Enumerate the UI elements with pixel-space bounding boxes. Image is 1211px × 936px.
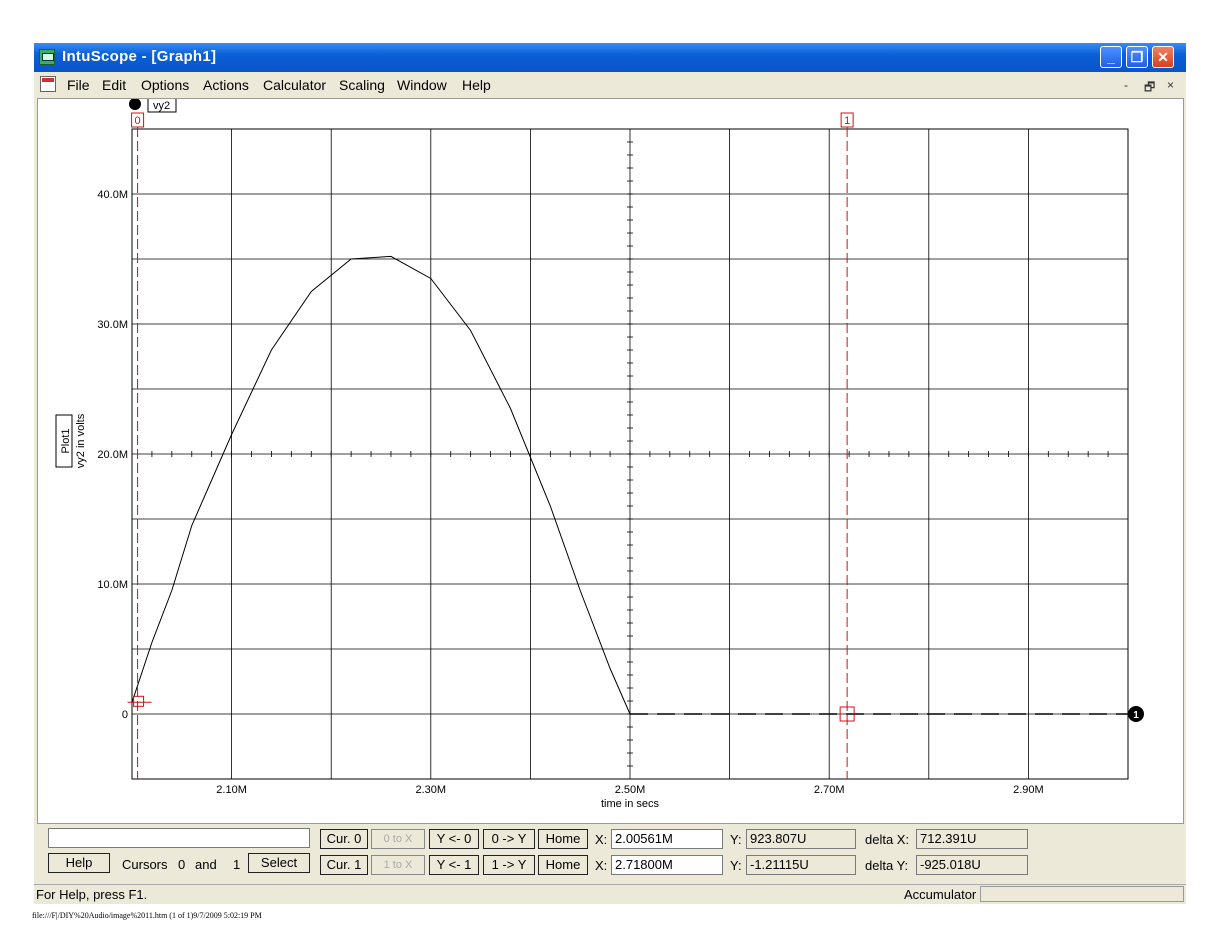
x1-label: X:	[595, 858, 608, 873]
cursor-1-y-field: -1.21115U	[746, 855, 856, 875]
command-input[interactable]	[48, 828, 310, 848]
y-tick-label: 30.0M	[97, 319, 128, 331]
app-icon	[39, 49, 55, 65]
title-bar[interactable]: IntuScope - [Graph1] _ ❐ ✕	[34, 43, 1186, 72]
cursor-0-y-field: 923.807U	[746, 829, 856, 849]
delta-y-label: delta Y:	[865, 858, 909, 873]
cursor-0-x-field[interactable]: 2.00561M	[611, 829, 723, 849]
plot-label: Plot1	[60, 428, 72, 453]
cursor-1-to-y-button[interactable]: 1 -> Y	[483, 855, 535, 875]
x-axis-label: time in secs	[601, 798, 660, 810]
home-0-button[interactable]: Home	[538, 829, 588, 849]
page-footer: file:///F|/DIY%20Audio/image%2011.htm (1…	[32, 911, 262, 920]
menu-edit[interactable]: Edit	[102, 77, 126, 93]
cursor-0-to-x-button: 0 to X	[371, 829, 425, 849]
trace-label: vy2	[153, 100, 170, 112]
cursors[interactable]: 01	[127, 112, 855, 779]
x-tick-label: 2.30M	[416, 784, 447, 796]
and-label: and	[195, 857, 217, 872]
menu-scaling[interactable]: Scaling	[339, 77, 385, 93]
trace-marker-icon	[129, 98, 141, 110]
y-from-cursor-1-button[interactable]: Y <- 1	[429, 855, 479, 875]
status-bar: For Help, press F1. Accumulator	[34, 884, 1186, 904]
cursor-1-x-field[interactable]: 2.71800M	[611, 855, 723, 875]
menu-window[interactable]: Window	[397, 77, 447, 93]
mdi-restore-button[interactable]: 🗗	[1144, 78, 1155, 99]
delta-x-field: 712.391U	[916, 829, 1028, 849]
menu-bar: File Edit Options Actions Calculator Sca…	[34, 72, 1186, 97]
x0-label: X:	[595, 832, 608, 847]
cursor-a-number[interactable]: 0	[178, 857, 185, 872]
y-tick-label: 20.0M	[97, 449, 128, 461]
cursor-b-number[interactable]: 1	[233, 857, 240, 872]
menu-options[interactable]: Options	[141, 77, 189, 93]
menu-calculator[interactable]: Calculator	[263, 77, 326, 93]
cursor-1-label: 1	[844, 115, 850, 127]
x-tick-label: 2.90M	[1013, 784, 1044, 796]
cursor-0-marker	[133, 695, 145, 707]
delta-x-label: delta X:	[865, 832, 910, 847]
y-axis-label: vy2 in volts	[75, 413, 87, 468]
select-button[interactable]: Select	[248, 853, 310, 873]
y-tick-label: 10.0M	[97, 579, 128, 591]
cursor-0-button[interactable]: Cur. 0	[320, 829, 368, 849]
trace-end-label: 1	[1133, 710, 1139, 721]
mdi-minimize-button[interactable]: -	[1124, 78, 1128, 92]
help-button[interactable]: Help	[48, 853, 110, 873]
cursors-label: Cursors	[122, 857, 168, 872]
menu-help[interactable]: Help	[462, 77, 491, 93]
cursor-1-button[interactable]: Cur. 1	[320, 855, 368, 875]
trace-end-marker[interactable]: 1	[1128, 706, 1144, 722]
cursor-1-to-x-button: 1 to X	[371, 855, 425, 875]
x-tick-label: 2.10M	[216, 784, 247, 796]
status-help-text: For Help, press F1.	[36, 887, 148, 902]
document-icon[interactable]	[40, 76, 56, 92]
mdi-close-button[interactable]: ×	[1167, 78, 1174, 92]
x-tick-labels: 2.10M 2.30M 2.50M 2.70M 2.90M	[216, 784, 1043, 796]
delta-y-field: -925.018U	[916, 855, 1028, 875]
y0-label: Y:	[730, 832, 742, 847]
cursor-0-label: 0	[135, 115, 141, 127]
trace-legend[interactable]: vy2	[129, 96, 177, 113]
menu-actions[interactable]: Actions	[203, 77, 249, 93]
y-tick-label: 40.0M	[97, 189, 128, 201]
graph-area: 2.10M 2.30M 2.50M 2.70M 2.90M 0 10.0M 20.0M 30.…	[37, 96, 1184, 824]
y-axis-label-box[interactable]: Plot1 vy2 in volts	[55, 413, 87, 468]
close-button[interactable]: ✕	[1152, 46, 1174, 68]
trace-vy2	[131, 255, 631, 715]
maximize-button[interactable]: ❐	[1126, 46, 1148, 68]
y1-label: Y:	[730, 858, 742, 873]
home-1-button[interactable]: Home	[538, 855, 588, 875]
cursor-panel: Help Cursors 0 and 1 Select Cur. 0 0 to …	[34, 825, 1186, 883]
y-tick-labels: 0 10.0M 20.0M 30.0M 40.0M	[97, 189, 128, 721]
minimize-button[interactable]: _	[1100, 46, 1122, 68]
app-window: IntuScope - [Graph1] _ ❐ ✕ File Edit Opt…	[34, 43, 1186, 904]
cursor-0-to-y-button[interactable]: 0 -> Y	[483, 829, 535, 849]
accumulator-label: Accumulator	[904, 887, 977, 902]
y-from-cursor-0-button[interactable]: Y <- 0	[429, 829, 479, 849]
y-tick-label: 0	[122, 709, 128, 721]
plot-svg[interactable]: 2.10M 2.30M 2.50M 2.70M 2.90M 0 10.0M 20.0M 30.…	[38, 96, 1183, 823]
menu-file[interactable]: File	[67, 77, 90, 93]
accumulator-field	[980, 886, 1184, 902]
x-tick-label: 2.70M	[814, 784, 845, 796]
window-title: IntuScope - [Graph1]	[62, 48, 217, 65]
x-tick-label: 2.50M	[615, 784, 646, 796]
